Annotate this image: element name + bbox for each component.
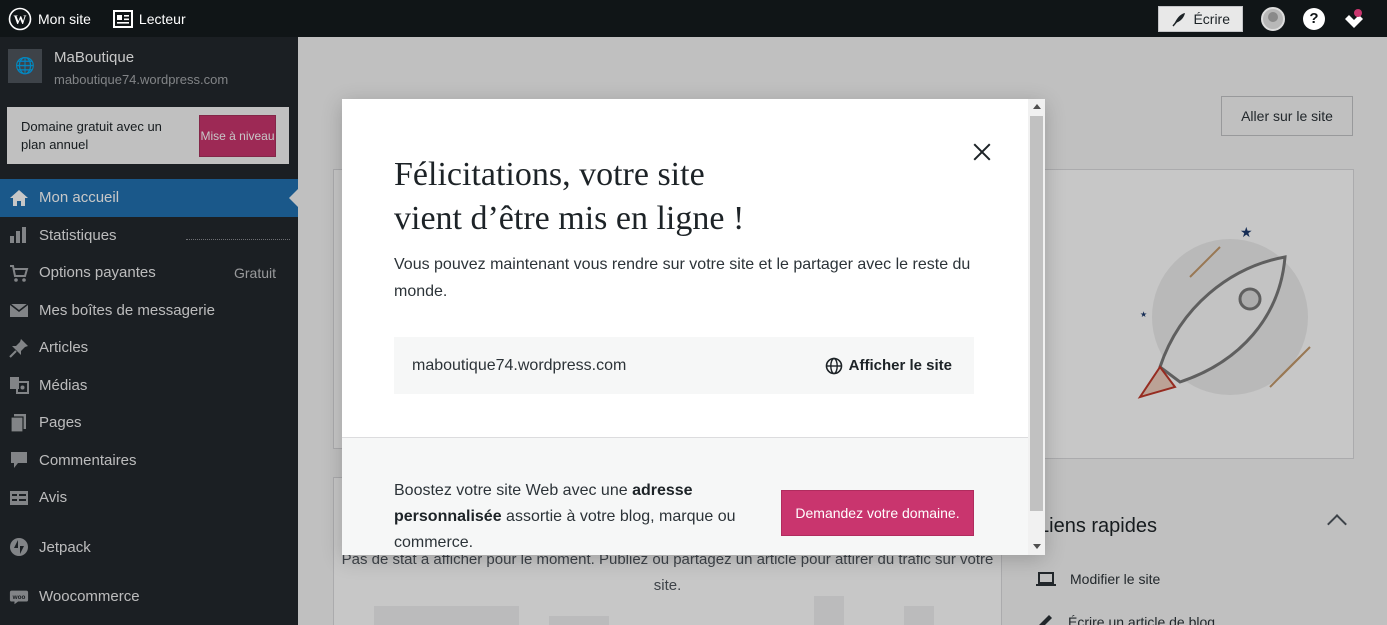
site-url-box: maboutique74.wordpress.com Afficher le s… [394,337,974,394]
write-label: Écrire [1193,10,1230,27]
my-site-menu[interactable]: W Mon site [0,0,99,37]
globe-icon [825,357,842,374]
close-icon[interactable] [972,142,992,162]
scroll-thumb[interactable] [1030,116,1043,511]
modal-scrollbar[interactable] [1028,99,1045,555]
reader-label: Lecteur [138,10,186,27]
admin-bar: W Mon site Lecteur Écrire ? [0,0,1387,37]
help-icon[interactable]: ? [1303,7,1325,30]
site-url-text: maboutique74.wordpress.com [412,356,627,374]
svg-text:W: W [14,12,27,27]
write-button[interactable]: Écrire [1158,5,1243,32]
site-launched-modal: Félicitations, votre site vient d’être m… [342,99,1045,555]
modal-footer: Boostez votre site Web avec une adresse … [342,437,1028,555]
reader-menu[interactable]: Lecteur [105,0,194,37]
modal-title-line1: Félicitations, votre site [394,156,705,193]
reader-icon [112,9,133,28]
scroll-down-icon[interactable] [1033,544,1041,549]
scroll-up-icon[interactable] [1033,104,1041,109]
get-domain-button[interactable]: Demandez votre domaine. [781,490,974,536]
modal-title-line2: vient d’être mis en ligne ! [394,200,745,237]
notifications-icon[interactable] [1343,8,1365,30]
feather-icon [1172,12,1186,26]
modal-description: Vous pouvez maintenant vous rendre sur v… [394,256,971,300]
avatar[interactable] [1261,6,1285,31]
my-site-label: Mon site [38,10,91,27]
view-site-label: Afficher le site [848,357,952,374]
domain-promo-text: Boostez votre site Web avec une adresse … [394,482,736,551]
wordpress-logo-icon: W [8,7,32,30]
view-site-link[interactable]: Afficher le site [825,357,952,375]
modal-title: Félicitations, votre site vient d’être m… [394,153,874,241]
